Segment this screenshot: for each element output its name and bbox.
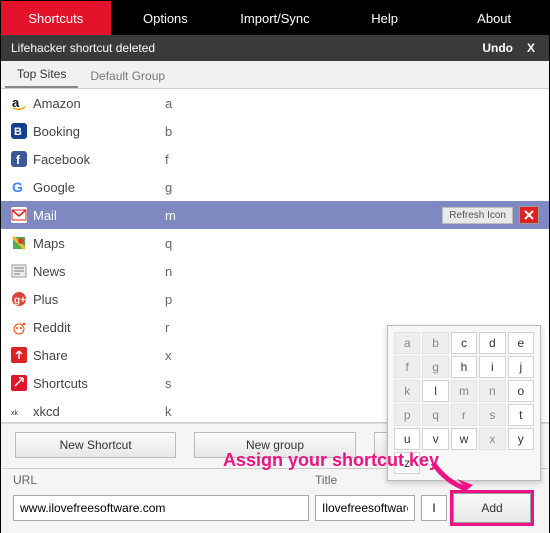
key-cell-h[interactable]: h — [451, 356, 477, 378]
shortcut-key: f — [165, 152, 539, 167]
new-group-button[interactable]: New group — [194, 432, 355, 458]
new-shortcut-button[interactable]: New Shortcut — [15, 432, 176, 458]
amazon-icon: a — [11, 95, 33, 111]
key-cell-b: b — [422, 332, 448, 354]
shortcut-name: Booking — [33, 124, 165, 139]
key-cell-l[interactable]: l — [422, 380, 448, 402]
key-cell-f: f — [394, 356, 420, 378]
key-cell-x: x — [479, 428, 505, 450]
shortcut-row[interactable]: f Facebook f — [1, 145, 549, 173]
google-icon: G — [11, 179, 33, 195]
notification-bar: Lifehacker shortcut deleted Undo X — [1, 35, 549, 61]
shortcut-row[interactable]: News n — [1, 257, 549, 285]
shortcut-name: Mail — [33, 208, 165, 223]
shortcut-name: News — [33, 264, 165, 279]
shortcut-key: a — [165, 96, 539, 111]
key-cell-t[interactable]: t — [508, 404, 534, 426]
share-icon — [11, 347, 33, 363]
svg-text:G: G — [12, 179, 23, 195]
main-navigation: Shortcuts Options Import/Sync Help About — [1, 1, 549, 35]
key-cell-o[interactable]: o — [508, 380, 534, 402]
tab-about[interactable]: About — [439, 1, 549, 35]
key-cell-w[interactable]: w — [451, 428, 477, 450]
add-button[interactable]: Add — [453, 493, 531, 523]
shortcut-key: m — [165, 208, 442, 223]
key-cell-g: g — [422, 356, 448, 378]
key-cell-c[interactable]: c — [451, 332, 477, 354]
shortcut-key-input[interactable] — [421, 495, 447, 521]
svg-text:g+: g+ — [14, 295, 26, 306]
refresh-icon-button[interactable]: Refresh Icon — [442, 207, 513, 224]
close-notification-button[interactable]: X — [523, 41, 539, 55]
delete-shortcut-button[interactable] — [519, 206, 539, 224]
shortcut-row[interactable]: g+ Plus p — [1, 285, 549, 313]
facebook-icon: f — [11, 151, 33, 167]
shortcut-key: b — [165, 124, 539, 139]
key-cell-p: p — [394, 404, 420, 426]
shortcut-name: xkcd — [33, 404, 165, 419]
svg-text:xk: xk — [11, 410, 19, 417]
key-cell-e[interactable]: e — [508, 332, 534, 354]
shortcut-name: Reddit — [33, 320, 165, 335]
booking-icon: B — [11, 123, 33, 139]
url-input[interactable] — [13, 495, 309, 521]
shortcut-name: Google — [33, 180, 165, 195]
shortcut-name: Amazon — [33, 96, 165, 111]
key-cell-i[interactable]: i — [479, 356, 505, 378]
shortcut-row[interactable]: Mail m Refresh Icon — [1, 201, 549, 229]
key-cell-v[interactable]: v — [422, 428, 448, 450]
tab-import-sync[interactable]: Import/Sync — [220, 1, 330, 35]
shortcut-row[interactable]: G Google g — [1, 173, 549, 201]
key-cell-a: a — [394, 332, 420, 354]
svg-text:B: B — [14, 126, 22, 138]
tab-shortcuts[interactable]: Shortcuts — [1, 1, 111, 35]
key-picker-popup: abcde fghij klmno pqrst uvwxy z — [387, 325, 541, 481]
title-input[interactable] — [315, 495, 415, 521]
plus-icon: g+ — [11, 291, 33, 307]
group-tabs: Top Sites Default Group — [1, 61, 549, 89]
key-cell-s: s — [479, 404, 505, 426]
shortcut-row[interactable]: B Booking b — [1, 117, 549, 145]
close-icon — [523, 209, 535, 221]
title-label: Title — [315, 473, 337, 487]
key-cell-k: k — [394, 380, 420, 402]
news-icon — [11, 263, 33, 279]
key-cell-y[interactable]: y — [508, 428, 534, 450]
undo-button[interactable]: Undo — [482, 41, 513, 55]
shortcut-name: Maps — [33, 236, 165, 251]
shortcut-key: n — [165, 264, 539, 279]
shortcut-name: Shortcuts — [33, 376, 165, 391]
key-cell-m: m — [451, 380, 477, 402]
key-cell-q: q — [422, 404, 448, 426]
key-cell-z[interactable]: z — [394, 452, 420, 474]
tab-help[interactable]: Help — [330, 1, 440, 35]
subtab-top-sites[interactable]: Top Sites — [5, 61, 78, 88]
key-cell-j[interactable]: j — [508, 356, 534, 378]
key-cell-n: n — [479, 380, 505, 402]
maps-icon — [11, 235, 33, 251]
key-cell-d[interactable]: d — [479, 332, 505, 354]
url-label: URL — [13, 473, 315, 487]
shortcut-name: Share — [33, 348, 165, 363]
key-cell-u[interactable]: u — [394, 428, 420, 450]
tab-options[interactable]: Options — [111, 1, 221, 35]
shortcut-key: g — [165, 180, 539, 195]
shortcut-row[interactable]: a Amazon a — [1, 89, 549, 117]
mail-icon — [11, 207, 33, 223]
shortcut-name: Facebook — [33, 152, 165, 167]
subtab-default-group[interactable]: Default Group — [78, 63, 177, 88]
shortcuts-icon — [11, 375, 33, 391]
shortcut-key: p — [165, 292, 539, 307]
key-cell-r: r — [451, 404, 477, 426]
shortcut-key: q — [165, 236, 539, 251]
shortcut-row[interactable]: Maps q — [1, 229, 549, 257]
xkcd-icon: xk — [11, 403, 33, 419]
form-row: Add — [1, 489, 549, 533]
notification-message: Lifehacker shortcut deleted — [11, 41, 482, 55]
reddit-icon — [11, 319, 33, 335]
shortcut-name: Plus — [33, 292, 165, 307]
